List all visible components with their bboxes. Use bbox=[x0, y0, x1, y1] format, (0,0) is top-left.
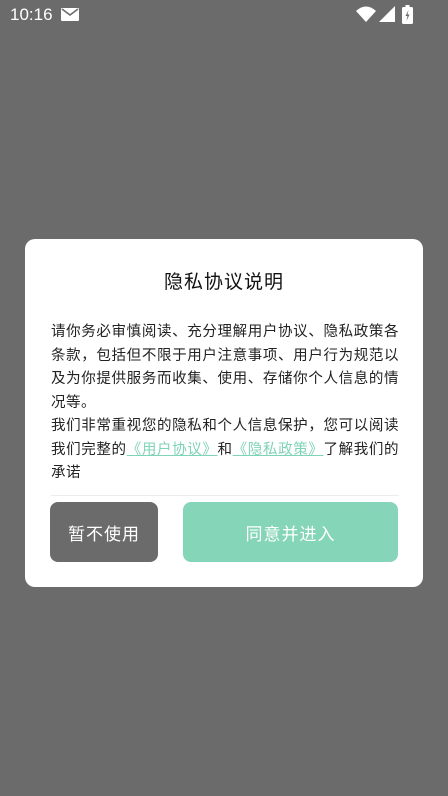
signal-icon bbox=[379, 6, 395, 22]
mail-icon bbox=[61, 8, 79, 21]
dialog-paragraph-1: 请你务必审慎阅读、充分理解用户协议、隐私政策各条款，包括但不限于用户注意事项、用… bbox=[51, 324, 399, 411]
dialog-title: 隐私协议说明 bbox=[163, 271, 284, 293]
privacy-dialog: 隐私协议说明 请你务必审慎阅读、充分理解用户协议、隐私政策各条款，包括但不限于用… bbox=[25, 239, 423, 587]
status-bar: 10:16 bbox=[0, 0, 448, 30]
agree-button[interactable]: 同意并进入 bbox=[183, 502, 398, 562]
divider bbox=[51, 495, 399, 496]
dialog-paragraph-2: 我们非常重视您的隐私和个人信息保护，您可以阅读我们完整的《用户协议》和《隐私政策… bbox=[51, 415, 399, 486]
user-agreement-link[interactable]: 《用户协议》 bbox=[127, 442, 218, 458]
wifi-icon bbox=[356, 6, 376, 22]
and-text: 和 bbox=[217, 441, 233, 458]
battery-icon bbox=[402, 5, 413, 24]
dialog-body: 请你务必审慎阅读、充分理解用户协议、隐私政策各条款，包括但不限于用户注意事项、用… bbox=[51, 321, 399, 486]
status-time: 10:16 bbox=[10, 5, 53, 24]
decline-button[interactable]: 暂不使用 bbox=[50, 502, 158, 562]
privacy-policy-link[interactable]: 《隐私政策》 bbox=[233, 442, 324, 458]
